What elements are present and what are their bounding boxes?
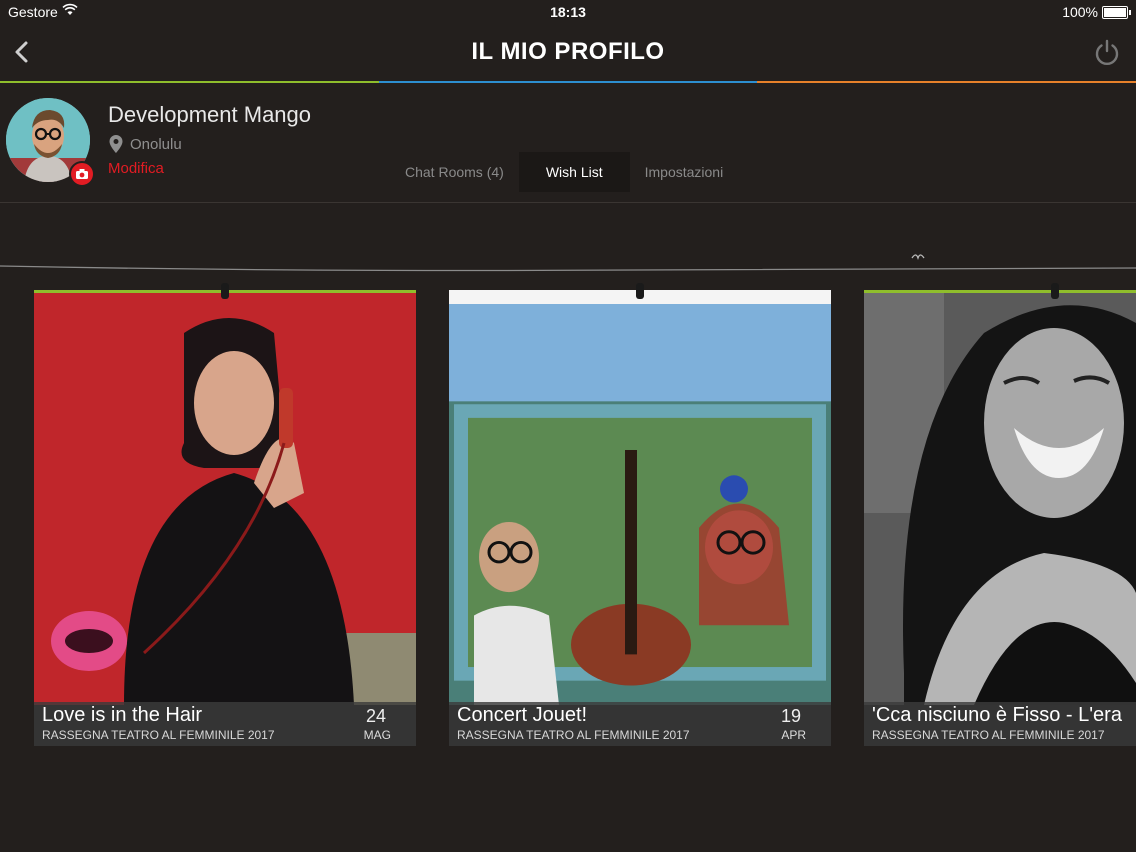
nav-bar: IL MIO PROFILO xyxy=(0,24,1136,82)
battery-icon xyxy=(1102,6,1131,19)
wishlist-card[interactable]: 'Cca nisciuno è Fisso - L'era RASSEGNA T… xyxy=(864,290,1136,746)
accent-line-orange xyxy=(757,81,1136,83)
event-subtitle: RASSEGNA TEATRO AL FEMMINILE 2017 xyxy=(457,728,690,742)
edit-profile-link[interactable]: Modifica xyxy=(108,160,164,177)
event-title: Concert Jouet! xyxy=(457,704,588,726)
page-title: IL MIO PROFILO xyxy=(471,38,665,65)
event-month: APR xyxy=(781,728,806,742)
profile-tabs: Chat Rooms (4) Wish List Impostazioni xyxy=(390,152,738,192)
bow-icon xyxy=(911,254,925,261)
camera-icon[interactable] xyxy=(69,161,95,187)
accent-line-green xyxy=(0,81,379,83)
clock: 18:13 xyxy=(550,4,586,20)
event-subtitle: RASSEGNA TEATRO AL FEMMINILE 2017 xyxy=(42,728,275,742)
tab-chat-rooms[interactable]: Chat Rooms (4) xyxy=(390,152,519,192)
event-photo xyxy=(449,304,831,705)
card-caption: 'Cca nisciuno è Fisso - L'era RASSEGNA T… xyxy=(864,702,1136,746)
card-caption: Love is in the Hair RASSEGNA TEATRO AL F… xyxy=(34,702,416,746)
event-title: 'Cca nisciuno è Fisso - L'era xyxy=(872,704,1122,726)
header-divider xyxy=(0,202,1136,203)
tab-impostazioni[interactable]: Impostazioni xyxy=(630,152,739,192)
event-title: Love is in the Hair xyxy=(42,704,203,726)
event-subtitle: RASSEGNA TEATRO AL FEMMINILE 2017 xyxy=(872,728,1105,742)
card-caption: Concert Jouet! RASSEGNA TEATRO AL FEMMIN… xyxy=(449,702,831,746)
location-pin-icon xyxy=(109,135,123,153)
clothes-peg xyxy=(221,283,229,299)
accent-line-blue xyxy=(379,81,757,83)
event-day: 24 xyxy=(365,706,386,726)
status-bar: Gestore 18:13 100% xyxy=(0,0,1136,24)
battery-percent: 100% xyxy=(1062,4,1098,20)
profile-name: Development Mango xyxy=(108,102,312,127)
profile-location: Onolulu xyxy=(130,136,182,153)
clothes-peg xyxy=(1051,283,1059,299)
power-icon[interactable] xyxy=(1092,37,1122,67)
event-month: MAG xyxy=(363,728,391,742)
clothes-peg xyxy=(636,283,644,299)
event-photo xyxy=(34,293,416,705)
tab-wish-list[interactable]: Wish List xyxy=(518,152,630,192)
wishlist-card[interactable]: Love is in the Hair RASSEGNA TEATRO AL F… xyxy=(34,290,416,746)
clothesline-string xyxy=(0,254,1136,272)
event-photo xyxy=(864,293,1136,705)
wishlist-card[interactable]: Concert Jouet! RASSEGNA TEATRO AL FEMMIN… xyxy=(449,290,831,746)
event-day: 19 xyxy=(780,706,801,726)
